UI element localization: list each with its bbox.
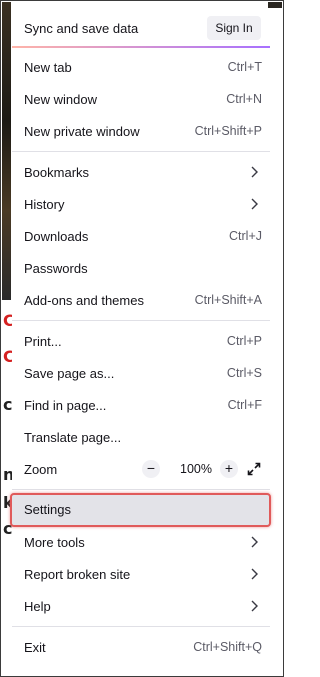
menu-separator xyxy=(12,626,270,627)
menu-item-translate-page[interactable]: Translate page... xyxy=(12,421,270,453)
menu-item-addons[interactable]: Add-ons and themes Ctrl+Shift+A xyxy=(12,284,270,316)
menu-item-label: History xyxy=(24,197,65,212)
menu-item-new-window[interactable]: New window Ctrl+N xyxy=(12,83,270,115)
menu-item-label: Find in page... xyxy=(24,398,107,413)
menu-item-shortcut: Ctrl+J xyxy=(229,229,262,243)
menu-item-help[interactable]: Help xyxy=(12,590,270,622)
zoom-in-button[interactable]: + xyxy=(220,460,238,478)
menu-item-label: New private window xyxy=(24,124,140,139)
chevron-right-icon xyxy=(251,568,258,580)
menu-item-shortcut: Ctrl+Shift+A xyxy=(194,293,262,307)
sign-in-button[interactable]: Sign In xyxy=(207,16,261,40)
menu-item-shortcut: Ctrl+F xyxy=(227,398,262,412)
menu-item-new-tab[interactable]: New tab Ctrl+T xyxy=(12,51,270,83)
menu-item-label: Add-ons and themes xyxy=(24,293,144,308)
menu-item-save-page[interactable]: Save page as... Ctrl+S xyxy=(12,357,270,389)
chevron-right-icon xyxy=(251,536,258,548)
menu-item-shortcut: Ctrl+T xyxy=(227,60,262,74)
menu-item-label: Print... xyxy=(24,334,62,349)
menu-item-shortcut: Ctrl+N xyxy=(226,92,262,106)
menu-separator xyxy=(12,151,270,152)
accent-divider xyxy=(12,46,270,48)
menu-item-label: Downloads xyxy=(24,229,89,244)
zoom-reset-button[interactable]: 100% xyxy=(174,462,218,476)
menu-item-downloads[interactable]: Downloads Ctrl+J xyxy=(12,220,270,252)
menu-item-label: Help xyxy=(24,599,51,614)
menu-item-label: Bookmarks xyxy=(24,165,90,180)
menu-item-passwords[interactable]: Passwords xyxy=(12,252,270,284)
menu-item-label: Report broken site xyxy=(24,567,131,582)
chevron-right-icon xyxy=(251,600,258,612)
menu-item-shortcut: Ctrl+Shift+Q xyxy=(193,640,262,654)
menu-item-label: More tools xyxy=(24,535,85,550)
menu-item-new-private-window[interactable]: New private window Ctrl+Shift+P xyxy=(12,115,270,147)
app-menu-panel: Sync and save data Sign In New tab Ctrl+… xyxy=(10,9,271,671)
menu-item-label: New tab xyxy=(24,60,72,75)
background-page-strip xyxy=(268,2,282,8)
zoom-controls: − 100% + xyxy=(142,457,262,481)
menu-item-shortcut: Ctrl+P xyxy=(226,334,262,348)
menu-item-settings[interactable]: Settings xyxy=(12,493,270,525)
zoom-out-button[interactable]: − xyxy=(142,460,160,478)
menu-item-label: Translate page... xyxy=(24,430,122,445)
chevron-right-icon xyxy=(251,198,258,210)
menu-item-label: Save page as... xyxy=(24,366,115,381)
menu-item-label: Settings xyxy=(24,502,71,517)
sync-label: Sync and save data xyxy=(24,21,139,36)
menu-item-label: Zoom xyxy=(24,462,58,477)
background-page-strip xyxy=(2,2,11,300)
menu-item-label: New window xyxy=(24,92,97,107)
menu-item-bookmarks[interactable]: Bookmarks xyxy=(12,156,270,188)
menu-item-print[interactable]: Print... Ctrl+P xyxy=(12,325,270,357)
menu-item-shortcut: Ctrl+S xyxy=(226,366,262,380)
sync-row[interactable]: Sync and save data Sign In xyxy=(12,9,270,47)
fullscreen-icon[interactable] xyxy=(246,461,262,477)
menu-item-history[interactable]: History xyxy=(12,188,270,220)
chevron-right-icon xyxy=(251,166,258,178)
menu-item-zoom: Zoom − 100% + xyxy=(12,453,270,485)
menu-item-find-in-page[interactable]: Find in page... Ctrl+F xyxy=(12,389,270,421)
menu-item-more-tools[interactable]: More tools xyxy=(12,526,270,558)
menu-item-shortcut: Ctrl+Shift+P xyxy=(194,124,262,138)
menu-item-report-broken-site[interactable]: Report broken site xyxy=(12,558,270,590)
menu-separator xyxy=(12,320,270,321)
menu-item-label: Exit xyxy=(24,640,46,655)
menu-separator xyxy=(12,489,270,490)
menu-item-label: Passwords xyxy=(24,261,88,276)
menu-item-exit[interactable]: Exit Ctrl+Shift+Q xyxy=(12,631,270,663)
browser-window: C C c n k c Sync and save data Sign In N… xyxy=(0,0,284,677)
